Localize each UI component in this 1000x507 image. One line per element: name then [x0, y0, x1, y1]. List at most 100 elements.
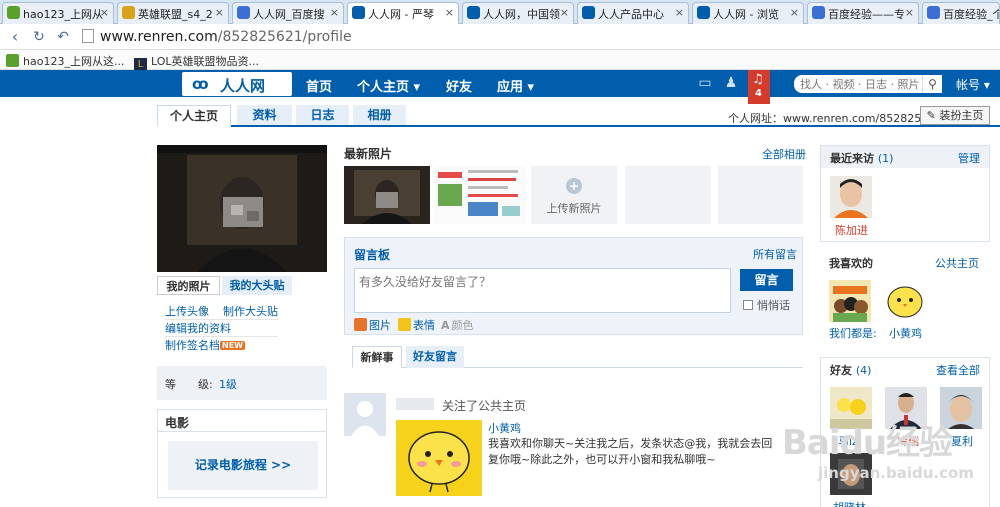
nav-home[interactable]: 首页: [306, 76, 332, 95]
likes-header: 我喜欢的 公共主页: [820, 251, 988, 273]
friend-request-icon[interactable]: ♟: [722, 75, 740, 91]
account-menu[interactable]: 帐号 ▾: [956, 76, 990, 93]
level-value[interactable]: 1级: [219, 376, 237, 392]
default-avatar-icon: [344, 393, 386, 436]
checkbox-icon: [743, 300, 753, 310]
movie-widget: 电影 记录电影旅程 >>: [157, 409, 327, 498]
profile-photo[interactable]: [157, 145, 327, 272]
nav-apps[interactable]: 应用 ▾: [497, 76, 534, 95]
close-tab-icon[interactable]: ×: [560, 6, 569, 19]
close-tab-icon[interactable]: ×: [215, 6, 224, 19]
tab-home[interactable]: 个人主页: [157, 105, 231, 127]
close-tab-icon[interactable]: ×: [675, 6, 684, 19]
bookmark-hao123[interactable]: hao123_上网从这...: [6, 53, 124, 69]
emoji-icon: [398, 318, 411, 331]
feed-author-name[interactable]: [396, 398, 434, 410]
tab-friend-messages[interactable]: 好友留言: [406, 346, 464, 368]
tab-info[interactable]: 资料: [237, 105, 292, 125]
feed-page-image[interactable]: [396, 420, 482, 496]
upload-photo-button[interactable]: + 上传新照片: [531, 166, 617, 224]
photos-title: 最新照片: [344, 147, 393, 161]
search-icon[interactable]: ⚲: [922, 75, 942, 93]
nav-friends[interactable]: 好友: [446, 76, 472, 95]
upload-label: 上传新照片: [546, 202, 602, 215]
browser-tab[interactable]: 人人产品中心 ×: [577, 2, 689, 24]
level-label: 等 级:: [165, 378, 213, 391]
notification-button[interactable]: ♫ 4: [748, 70, 770, 104]
hao123-favicon-icon: [7, 6, 20, 19]
baidu-favicon-icon: [812, 6, 825, 19]
visitor-name[interactable]: 陈加进: [835, 222, 868, 238]
site-logo[interactable]: ꝏ 人人网: [182, 72, 292, 96]
close-tab-icon[interactable]: ×: [905, 6, 914, 19]
recent-visitors: 最近来访 (1) 管理 陈加进: [820, 145, 990, 242]
browser-tab[interactable]: 百度经验——专 ×: [807, 2, 919, 24]
profile-url: 个人网址：www.renren.com/852825621: [728, 112, 943, 125]
site-search-input[interactable]: [794, 75, 942, 93]
friends-header: 好友 (4) 查看全部: [821, 358, 989, 380]
tab-my-photos[interactable]: 我的照片: [157, 276, 220, 295]
browser-tab[interactable]: hao123_上网从 ×: [2, 2, 114, 24]
view-all-friends-link[interactable]: 查看全部: [936, 362, 980, 378]
brush-icon: ✎: [926, 109, 936, 122]
baidu-favicon-icon: [237, 6, 250, 19]
browser-tab[interactable]: 人人网，中国领 ×: [462, 2, 574, 24]
browser-tab[interactable]: 人人网 - 浏览 ×: [692, 2, 804, 24]
browser-tab-active[interactable]: 人人网 - 严琴 ×: [347, 2, 459, 25]
guestbook-title: 留言板: [354, 248, 391, 262]
tab-blog[interactable]: 日志: [296, 105, 349, 125]
tab-news-feed[interactable]: 新鲜事: [352, 346, 402, 368]
site-navbar: ꝏ人人网 首页 个人主页 ▾ 好友 应用 ▾ ▭ ♟ ♫4 ⚲ 帐号 ▾: [0, 70, 1000, 104]
renren-favicon-icon: [697, 6, 710, 19]
close-tab-icon[interactable]: ×: [445, 6, 454, 19]
liked-page-avatar[interactable]: [884, 280, 926, 322]
tab-my-stickers[interactable]: 我的大头贴: [222, 276, 292, 295]
dress-up-button[interactable]: ✎ 装扮主页: [920, 106, 990, 125]
address-bar: ‹ ↻ ↶ www.renren.com/852825621/profile: [0, 24, 1000, 50]
baidu-favicon-icon: [927, 6, 940, 19]
refresh-icon[interactable]: ↻: [30, 28, 48, 46]
all-albums-link[interactable]: 全部相册: [762, 146, 806, 162]
insert-image-button[interactable]: 图片: [354, 317, 391, 333]
browser-tab[interactable]: 百度经验_个: [922, 2, 1000, 24]
close-tab-icon[interactable]: ×: [100, 6, 109, 19]
url-field[interactable]: www.renren.com/852825621/profile: [82, 27, 982, 47]
friend-name[interactable]: 胡晓林: [833, 499, 866, 507]
nav-profile[interactable]: 个人主页 ▾: [357, 76, 420, 95]
manage-link[interactable]: 管理: [958, 150, 980, 166]
guestbook-input[interactable]: [354, 268, 731, 313]
tab-album[interactable]: 相册: [353, 105, 406, 125]
bookmark-lol[interactable]: L LOL英雄联盟物品资...: [134, 53, 259, 71]
photo-thumbnail[interactable]: [434, 166, 526, 224]
bell-icon: ♫: [752, 72, 764, 87]
browser-tab[interactable]: 英雄联盟_s4_2 ×: [117, 2, 229, 24]
visitor-avatar[interactable]: [830, 176, 872, 218]
feed-page-title[interactable]: 小黄鸡: [488, 420, 521, 436]
friend-name[interactable]: 夏利: [951, 433, 973, 449]
post-message-button[interactable]: 留言: [740, 269, 793, 291]
feed-avatar[interactable]: [344, 393, 386, 436]
upload-avatar-link[interactable]: 上传头像: [165, 305, 209, 318]
plus-icon: +: [566, 178, 582, 194]
public-pages-link[interactable]: 公共主页: [935, 255, 979, 271]
back-icon[interactable]: ‹: [6, 28, 24, 46]
text-color-button[interactable]: A 颜色: [441, 317, 474, 333]
make-signature-link[interactable]: 制作签名档: [165, 339, 220, 352]
all-messages-link[interactable]: 所有留言: [753, 246, 797, 262]
edit-profile-link[interactable]: 编辑我的资料: [165, 322, 231, 335]
whisper-checkbox[interactable]: 悄悄话: [743, 297, 790, 313]
empty-photo-slot: [625, 166, 711, 224]
browser-tab[interactable]: 人人网_百度搜 ×: [232, 2, 344, 24]
liked-pages: 我喜欢的 公共主页 我们都是: 小黄鸡: [820, 251, 990, 344]
close-tab-icon[interactable]: ×: [790, 6, 799, 19]
liked-page-avatar[interactable]: [829, 280, 871, 322]
liked-page-name[interactable]: 我们都是:: [829, 325, 877, 341]
insert-emoji-button[interactable]: 表情: [398, 317, 435, 333]
photo-thumbnail[interactable]: [344, 166, 430, 224]
liked-page-name[interactable]: 小黄鸡: [889, 325, 922, 341]
close-tab-icon[interactable]: ×: [330, 6, 339, 19]
make-sticker-link[interactable]: 制作大头贴: [223, 305, 278, 318]
undo-icon[interactable]: ↶: [54, 28, 72, 46]
record-movie-button[interactable]: 记录电影旅程 >>: [168, 441, 318, 490]
message-icon[interactable]: ▭: [696, 75, 714, 91]
